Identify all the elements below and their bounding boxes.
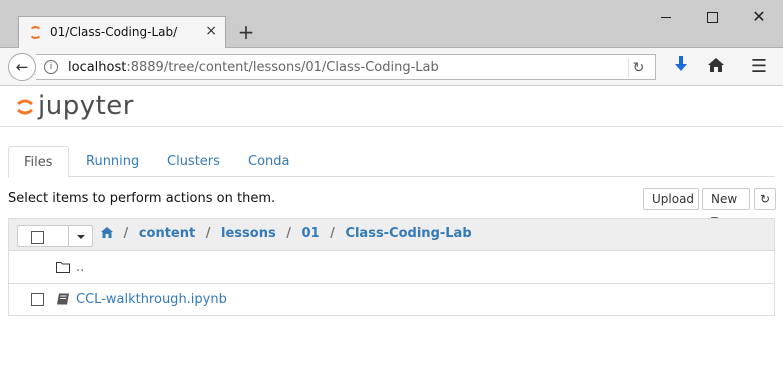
list-item[interactable]: CCL-walkthrough.ipynb xyxy=(9,284,774,316)
new-tab-button[interactable]: + xyxy=(236,20,256,44)
tab-bar: Files Running Clusters Conda xyxy=(8,146,775,178)
selection-hint: Select items to perform actions on them. xyxy=(8,191,276,206)
tab-running[interactable]: Running xyxy=(71,146,154,177)
upload-button[interactable]: Upload xyxy=(643,188,699,210)
tab-conda[interactable]: Conda xyxy=(233,146,305,177)
notebook-icon xyxy=(57,293,69,305)
item-checkbox[interactable] xyxy=(31,293,44,306)
breadcrumb-item-class-coding-lab[interactable]: Class-Coding-Lab xyxy=(345,226,471,241)
select-menu-caret-icon[interactable] xyxy=(68,226,93,246)
refresh-button[interactable]: ↻ xyxy=(754,188,776,210)
breadcrumb-separator: / xyxy=(123,226,129,241)
tab-clusters[interactable]: Clusters xyxy=(152,146,235,177)
url-bar[interactable]: i localhost:8889/tree/content/lessons/01… xyxy=(36,54,656,80)
item-name[interactable]: .. xyxy=(76,260,84,275)
url-text[interactable]: localhost:8889/tree/content/lessons/01/C… xyxy=(68,60,439,75)
list-item[interactable]: .. xyxy=(9,252,774,284)
listing-header: / content / lessons / 01 / Class-Coding-… xyxy=(9,219,774,251)
reload-icon[interactable]: ↻ xyxy=(628,58,648,78)
jupyter-favicon-icon xyxy=(29,26,42,39)
folder-icon xyxy=(56,262,70,273)
browser-titlebar: 01/Class-Coding-Lab/ × + ✕ xyxy=(0,0,783,48)
breadcrumb-item-content[interactable]: content xyxy=(139,226,195,241)
page: jupyter Files Running Clusters Conda Sel… xyxy=(0,87,783,384)
minimize-button[interactable] xyxy=(655,6,677,28)
new-button-label: New xyxy=(711,192,738,206)
jupyter-logo-icon xyxy=(17,99,33,115)
tab-close-icon[interactable]: × xyxy=(205,23,217,39)
breadcrumb-home-icon[interactable] xyxy=(101,226,118,241)
browser-tab[interactable]: 01/Class-Coding-Lab/ × xyxy=(18,16,226,48)
home-icon[interactable] xyxy=(705,56,727,78)
download-icon[interactable] xyxy=(670,56,692,78)
breadcrumb-separator: / xyxy=(205,226,211,241)
breadcrumb-item-lessons[interactable]: lessons xyxy=(221,226,276,241)
tab-title: 01/Class-Coding-Lab/ xyxy=(50,25,178,39)
file-listing: / content / lessons / 01 / Class-Coding-… xyxy=(8,218,775,316)
browser-navbar: ← i localhost:8889/tree/content/lessons/… xyxy=(0,48,783,86)
breadcrumb-separator: / xyxy=(286,226,291,241)
breadcrumb-item-01[interactable]: 01 xyxy=(302,226,320,241)
url-host: localhost xyxy=(68,60,127,75)
item-name[interactable]: CCL-walkthrough.ipynb xyxy=(76,292,227,307)
new-button[interactable]: New ▼ xyxy=(702,188,750,226)
select-all-control[interactable] xyxy=(17,225,93,247)
logo-text: jupyter xyxy=(38,91,134,121)
menu-icon[interactable]: ☰ xyxy=(748,56,770,78)
tab-files[interactable]: Files xyxy=(8,146,69,178)
breadcrumb: / content / lessons / 01 / Class-Coding-… xyxy=(101,226,472,241)
window-close-button[interactable]: ✕ xyxy=(748,6,770,28)
refresh-icon: ↻ xyxy=(759,192,771,206)
select-all-checkbox[interactable] xyxy=(31,231,44,244)
header-divider xyxy=(0,126,783,127)
url-path: :8889/tree/content/lessons/01/Class-Codi… xyxy=(126,60,439,75)
info-icon[interactable]: i xyxy=(44,60,58,74)
maximize-button[interactable] xyxy=(701,6,723,28)
back-icon[interactable]: ← xyxy=(8,53,36,81)
breadcrumb-separator: / xyxy=(330,226,335,241)
